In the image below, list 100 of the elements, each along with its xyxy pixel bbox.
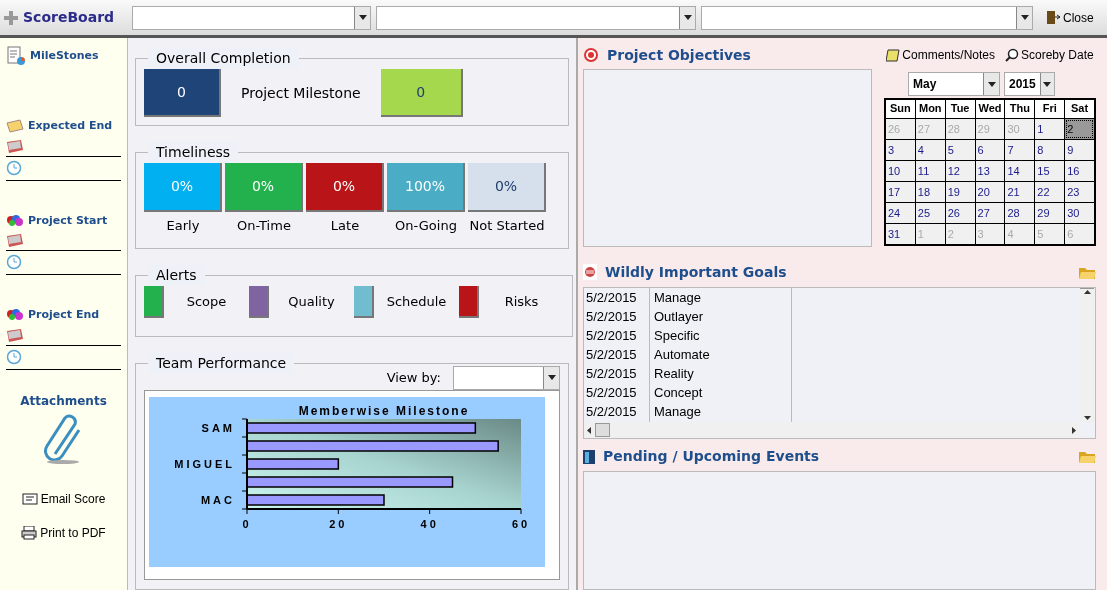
date-cell-text: 5/2/2015 — [585, 383, 638, 402]
calendar-day[interactable]: 28 — [1005, 203, 1035, 223]
printer-icon — [21, 525, 38, 540]
calendar-day[interactable]: 5 — [945, 140, 975, 160]
calendar-day[interactable]: 25 — [915, 203, 945, 223]
tile-label: Not Started — [469, 217, 545, 235]
value-tile: 0 — [144, 69, 221, 117]
weekday-header: Sun — [886, 100, 915, 118]
calendar-day[interactable]: 29 — [1035, 203, 1065, 223]
close-button[interactable]: Close — [1046, 8, 1094, 27]
chart-title: Memberwise Milestone — [298, 403, 470, 418]
date-cell-text: 5/2/2015 — [585, 288, 638, 307]
comments-notes-link[interactable]: Comments/Notes — [886, 46, 995, 64]
dropdown-arrow-icon — [358, 15, 367, 20]
email-score-button[interactable]: Email Score — [21, 489, 106, 508]
calendar-day[interactable]: 4 — [915, 140, 945, 160]
calendar-day[interactable]: 27 — [975, 203, 1005, 223]
search-icon — [1005, 48, 1019, 62]
alert-label: Scope — [185, 292, 228, 311]
door-exit-icon — [1046, 10, 1060, 25]
date-cell-text: 5/2/2015 — [585, 402, 638, 421]
calendar-icon — [6, 327, 24, 342]
events-list[interactable] — [583, 471, 1096, 590]
calendar-day[interactable]: 13 — [975, 161, 1005, 181]
alert-label: Schedule — [385, 292, 448, 311]
panel-title: Wildly Important Goals — [605, 262, 787, 282]
horizontal-scrollbar[interactable] — [584, 422, 1079, 438]
scroll-up-icon — [1083, 290, 1091, 294]
scroll-down-icon — [1083, 416, 1091, 420]
vertical-scrollbar[interactable] — [1079, 288, 1095, 422]
envelope-icon — [21, 492, 38, 505]
goal-cell-text: Reality — [653, 364, 694, 383]
calendar-day[interactable]: 14 — [1005, 161, 1035, 181]
clock-icon — [6, 254, 22, 270]
calendar-day[interactable]: 11 — [915, 161, 945, 181]
view-by-dropdown[interactable] — [453, 365, 560, 390]
weekday-header: Fri — [1035, 100, 1065, 118]
axis-category-label: MAC — [200, 493, 235, 506]
calendar-day[interactable]: 20 — [975, 182, 1005, 202]
goals-list[interactable]: 5/2/2015 Manage 5/2/2015 Outlayer 5/2/2015 Specific 5/2/2015 Automate 5/2/2015 Reality 5/2/2015 Concept 5/2/2015 Manage — [583, 287, 1096, 439]
section-heading: Project Start — [28, 212, 108, 229]
goal-cell-text: Automate — [653, 345, 710, 364]
dropdown-arrow-icon — [987, 81, 996, 87]
calendar-day[interactable]: 3 — [886, 140, 915, 160]
calendar-day[interactable]: 19 — [945, 182, 975, 202]
weekday-header: Mon — [915, 100, 945, 118]
badge-icon — [583, 264, 597, 280]
weekday-header: Tue — [945, 100, 975, 118]
dropdown-arrow-icon — [1043, 81, 1052, 87]
scroll-thumb[interactable] — [595, 423, 610, 437]
app-title: ScoreBoard — [23, 8, 116, 27]
dropdown-arrow-icon — [683, 15, 692, 20]
section-heading: Expected End — [28, 118, 113, 134]
calendar-day[interactable]: 18 — [915, 182, 945, 202]
calendar-icon — [6, 138, 24, 153]
calendar-day[interactable]: 6 — [975, 140, 1005, 160]
month-dropdown[interactable]: May — [908, 72, 1000, 96]
weekday-header: Sat — [1065, 100, 1094, 118]
score-by-date-link[interactable]: Scoreby Date — [1005, 46, 1094, 64]
calendar-day[interactable]: 10 — [886, 161, 915, 181]
weekday-header: Wed — [975, 100, 1005, 118]
calendar-day[interactable]: 30 — [1065, 203, 1094, 223]
calendar-day[interactable]: 16 — [1065, 161, 1094, 181]
filter-dropdown[interactable] — [132, 5, 371, 30]
calendar-day[interactable]: 1 — [1035, 119, 1065, 139]
calendar-day[interactable]: 17 — [886, 182, 915, 202]
calendar-day[interactable]: 12 — [945, 161, 975, 181]
scroll-right-icon — [1072, 426, 1076, 434]
calendar-day[interactable]: 24 — [886, 203, 915, 223]
section-heading: MileStones — [30, 47, 99, 64]
note-icon — [886, 48, 901, 62]
calendar-day[interactable]: 26 — [945, 203, 975, 223]
calendar-day[interactable]: 31 — [886, 224, 915, 244]
tile-label: On-Time — [237, 217, 291, 235]
calendar-day[interactable]: 22 — [1035, 182, 1065, 202]
goal-cell-text: Specific — [653, 326, 700, 345]
date-cell-text: 5/2/2015 — [585, 345, 638, 364]
axis-tick-label: 20 — [329, 517, 348, 530]
filter-dropdown[interactable] — [701, 5, 1033, 30]
tile-label: Late — [330, 217, 360, 235]
calendar-day[interactable]: 8 — [1035, 140, 1065, 160]
axis-tick-label: 0 — [242, 517, 252, 530]
filter-dropdown[interactable] — [376, 5, 696, 30]
axis-category-label: SAM — [201, 421, 235, 434]
group-title: Alerts — [148, 264, 205, 286]
view-by-label: View by: — [386, 368, 441, 387]
calendar-day[interactable]: 15 — [1035, 161, 1065, 181]
calendar-day[interactable]: 9 — [1065, 140, 1094, 160]
value-tile: 0% — [306, 163, 384, 212]
book-icon — [583, 448, 595, 464]
calendar-day[interactable]: 21 — [1005, 182, 1035, 202]
value-tile: 0% — [468, 163, 546, 212]
scroll-left-icon — [587, 426, 591, 434]
calendar-day[interactable]: 2 — [1065, 119, 1094, 139]
panel-title: Pending / Upcoming Events — [603, 446, 820, 466]
value-tile: 100% — [387, 163, 465, 212]
calendar-day[interactable]: 7 — [1005, 140, 1035, 160]
print-button[interactable]: Print to PDF — [21, 523, 106, 542]
calendar-day[interactable]: 23 — [1065, 182, 1094, 202]
year-dropdown[interactable]: 2015 — [1004, 72, 1055, 96]
